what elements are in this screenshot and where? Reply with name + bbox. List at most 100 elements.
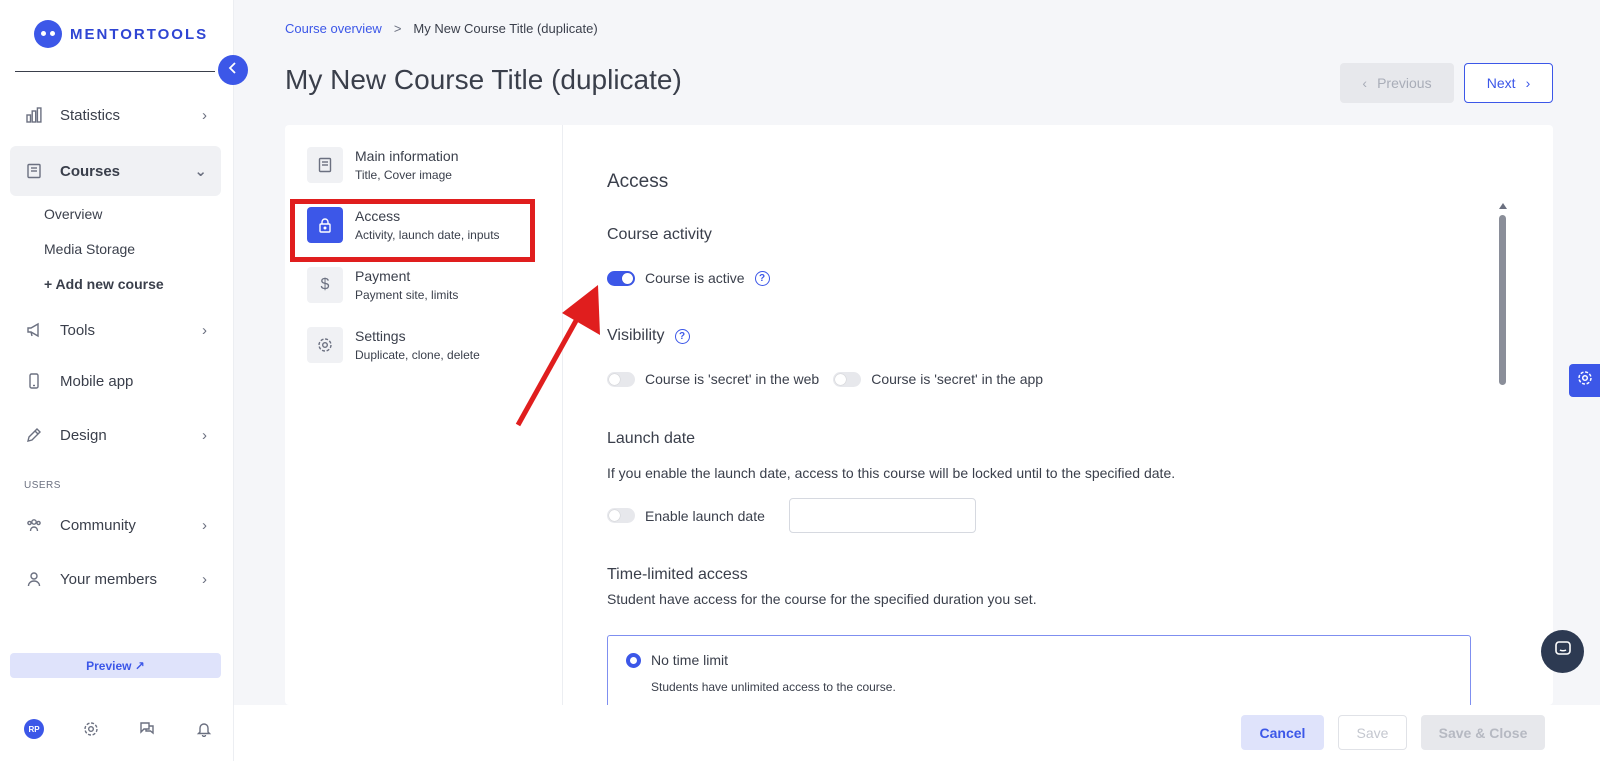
option-label: No time limit [651,652,729,668]
sidebar-item-label: Design [60,426,107,444]
avatar[interactable]: RP [24,719,44,739]
course-active-row: Course is active ? [607,270,770,286]
sidebar-bottom-toolbar: RP [24,719,214,739]
save-button[interactable]: Save [1338,715,1407,750]
previous-button[interactable]: ‹ Previous [1340,63,1454,103]
book-icon [307,147,343,183]
secret-web-label: Course is 'secret' in the web [645,371,820,387]
sidebar-divider [15,71,215,72]
launch-date-heading: Launch date [607,430,696,447]
sidebar-item-label: Community [60,516,136,534]
breadcrumb-separator: > [393,21,402,36]
users-icon [24,515,44,535]
sidebar-item-label: Courses [60,162,121,180]
bell-icon[interactable] [194,719,214,739]
chevron-right-icon: › [202,426,207,444]
sidebar-subitem-add-course[interactable]: + Add new course [44,276,164,292]
access-panel: Access Course activity Course is active … [607,125,1487,705]
sidebar-item-mobile-app[interactable]: Mobile app [10,356,221,406]
preview-button[interactable]: Preview ↗ [10,653,221,678]
help-icon[interactable]: ? [754,270,770,286]
cancel-button[interactable]: Cancel [1241,715,1324,750]
floating-settings-button[interactable] [1569,364,1600,397]
chevron-right-icon: › [202,106,207,124]
help-icon[interactable]: ? [674,328,690,344]
annotation-highlight-box [290,199,535,262]
gear-icon [1577,370,1593,391]
launch-date-label: Enable launch date [645,507,765,524]
visibility-heading-row: Visibility ? [607,327,690,345]
launch-date-description: If you enable the launch date, access to… [607,465,1176,481]
sidebar-item-courses[interactable]: Courses ⌄ [10,146,221,196]
chevron-right-icon: › [202,570,207,588]
chevron-right-icon: › [1525,75,1531,91]
next-button-label: Next [1486,75,1516,91]
time-limited-heading: Time-limited access [607,566,748,583]
gear-icon[interactable] [81,719,101,739]
scroll-up-arrow[interactable] [1499,203,1507,209]
save-close-button[interactable]: Save & Close [1421,715,1545,750]
step-main-information[interactable]: Main information Title, Cover image [307,147,459,183]
step-payment[interactable]: $ Payment Payment site, limits [307,267,458,303]
megaphone-icon [24,320,44,340]
step-subtitle: Title, Cover image [355,168,452,182]
chevron-right-icon: › [202,321,207,339]
sidebar-item-community[interactable]: Community › [10,500,221,550]
visibility-row: Course is 'secret' in the web Course is … [607,371,1043,387]
breadcrumb-link[interactable]: Course overview [285,21,382,36]
book-icon [24,161,44,181]
phone-icon [24,371,44,391]
scroll-thumb[interactable] [1499,215,1506,385]
chevron-down-icon: ⌄ [194,163,207,180]
logo-icon [34,20,62,48]
step-settings[interactable]: Settings Duplicate, clone, delete [307,327,480,363]
sidebar-item-label: Mobile app [60,372,134,390]
sidebar-subitem-overview[interactable]: Overview [44,206,102,222]
sidebar-subitem-media-storage[interactable]: Media Storage [44,241,135,257]
sidebar-item-tools[interactable]: Tools › [10,305,221,355]
sidebar-item-statistics[interactable]: Statistics › [10,90,221,140]
option-description: Students have unlimited access to the co… [651,680,896,694]
step-title: Payment [355,268,411,284]
support-chat-button[interactable] [1541,630,1584,673]
user-icon [24,569,44,589]
step-title: Settings [355,328,406,344]
bar-chart-icon [24,105,44,125]
sidebar-item-design[interactable]: Design › [10,410,221,460]
collapse-sidebar-button[interactable] [218,55,248,85]
radio-selected[interactable] [626,652,641,668]
logo[interactable]: MENTORTOOLS [34,20,208,48]
scrollbar[interactable] [1499,203,1507,698]
next-button[interactable]: Next › [1464,63,1553,103]
page-title: My New Course Title (duplicate) [285,64,682,95]
step-list: Main information Title, Cover image Acce… [285,125,563,705]
secret-app-toggle[interactable] [833,371,862,387]
previous-button-label: Previous [1377,75,1432,91]
chat-icon[interactable] [137,719,157,739]
sidebar-item-label: Tools [60,321,96,339]
breadcrumb-current: My New Course Title (duplicate) [413,21,598,36]
chevron-left-icon [228,61,238,79]
sidebar-item-label: Your members [60,570,157,588]
secret-web-toggle[interactable] [607,371,635,387]
chevron-right-icon: › [202,516,207,534]
step-subtitle: Duplicate, clone, delete [355,348,480,362]
gear-icon [307,327,343,363]
launch-date-input[interactable] [788,498,976,533]
sidebar: MENTORTOOLS Statistics › Courses ⌄ Overv… [0,0,234,761]
launch-date-row: Enable launch date [607,498,976,533]
dollar-icon: $ [307,267,343,303]
sidebar-item-your-members[interactable]: Your members › [10,554,221,604]
course-editor-card: Main information Title, Cover image Acce… [285,125,1553,705]
launch-date-toggle[interactable] [607,508,635,523]
footer-bar: Cancel Save Save & Close [234,705,1600,761]
section-label-users: USERS [24,480,61,491]
time-limited-description: Student have access for the course for t… [607,591,1037,607]
brand-name: MENTORTOOLS [70,25,209,43]
course-active-label: Course is active [645,270,745,286]
course-active-toggle[interactable] [607,270,635,286]
no-time-limit-option[interactable]: No time limit Students have unlimited ac… [607,635,1471,705]
section-title: Access [607,171,669,192]
breadcrumb: Course overview > My New Course Title (d… [285,21,598,36]
visibility-heading: Visibility [607,327,665,344]
